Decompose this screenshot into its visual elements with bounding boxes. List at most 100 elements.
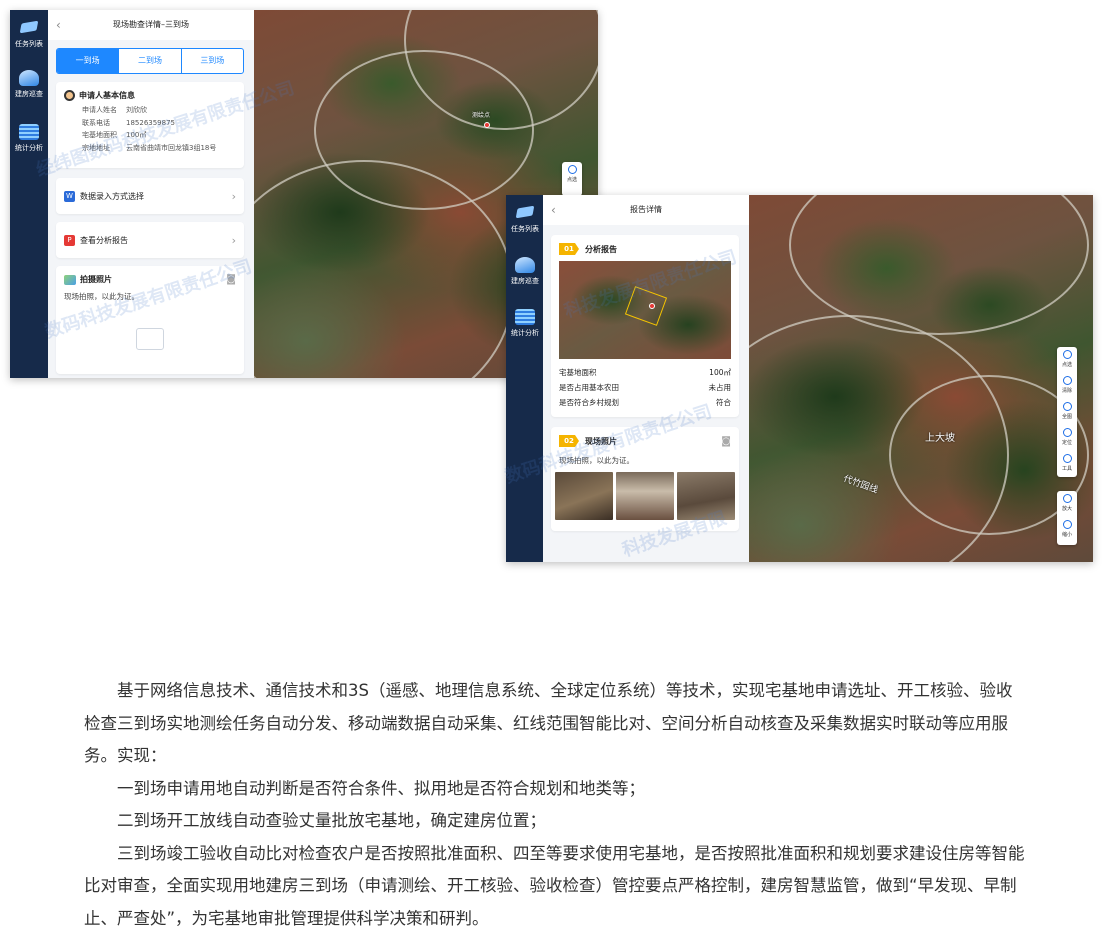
tab-stage-3[interactable]: 三到场	[182, 49, 243, 73]
row-value: 未占用	[708, 383, 732, 392]
locate-icon	[1062, 428, 1072, 437]
back-icon[interactable]: ‹	[56, 10, 61, 40]
page-title: 报告详情	[630, 205, 662, 214]
nav-item-tasks[interactable]: 任务列表	[10, 20, 48, 49]
field-value: 18526359875	[126, 118, 175, 127]
parcel-outline	[624, 286, 668, 326]
photo-thumbnail[interactable]	[677, 472, 735, 520]
analysis-report-card: 01 分析报告 宅基地面积 100㎡ 是否占用基本农田 未占用 是否符合乡村规划 符合	[551, 235, 739, 417]
applicant-heading: 申请人基本信息	[64, 90, 236, 101]
chevron-right-icon: ›	[231, 189, 236, 203]
nav-label: 建房巡查	[15, 90, 43, 98]
photo-note: 现场拍照，以此为证。	[64, 292, 139, 301]
row-key: 宅基地面积	[559, 368, 597, 377]
detail-panel: ‹ 现场勘查详情–三到场 一到场 二到场 三到场 申请人基本信息 申请人姓名 刘欣…	[48, 10, 254, 378]
nav-item-stats[interactable]: 统计分析	[10, 124, 48, 153]
back-icon[interactable]: ‹	[551, 195, 556, 225]
report-panel: ‹ 报告详情 01 分析报告 宅基地面积 100㎡ 是否占用基本农田 未占用 是否符…	[543, 195, 749, 562]
select-icon	[1062, 350, 1072, 359]
chevron-right-icon: ›	[231, 233, 236, 247]
applicant-card: 申请人基本信息 申请人姓名 刘欣欣 联系电话 18526359875 宅基地面积 10…	[56, 82, 244, 168]
field-row: 联系电话 18526359875	[82, 117, 236, 130]
nav-item-stats[interactable]: 统计分析	[506, 309, 544, 338]
pdf-icon: P	[64, 234, 75, 246]
location-pin-icon[interactable]	[484, 122, 490, 128]
tool-label: 点选	[566, 177, 577, 183]
photo-thumbnail[interactable]	[555, 472, 613, 520]
nav-item-inspection[interactable]: 建房巡查	[506, 257, 544, 286]
side-nav: 任务列表 建房巡查 统计分析	[506, 195, 544, 562]
camera-icon[interactable]: ◙	[721, 436, 731, 447]
stage-tabs: 一到场 二到场 三到场	[56, 48, 244, 74]
photo-heading: 拍摄照片 ◙	[64, 274, 236, 285]
photo-icon	[64, 274, 76, 285]
panel-header: ‹ 现场勘查详情–三到场	[48, 10, 254, 40]
page-title: 现场勘查详情–三到场	[113, 20, 189, 29]
report-row: 是否符合乡村规划 符合	[551, 395, 739, 410]
report-heading-text: 分析报告	[585, 244, 617, 254]
house-icon	[515, 257, 535, 273]
field-key: 申请人姓名	[82, 106, 117, 114]
field-value: 刘欣欣	[126, 106, 147, 114]
paragraph: 基于网络信息技术、通信技术和3S（遥感、地理信息系统、全球定位系统）等技术，实现…	[84, 681, 1013, 765]
place-label: 上大坡	[925, 433, 955, 444]
row-key: 是否符合乡村规划	[559, 398, 619, 407]
pin-label: 测绘点	[472, 112, 491, 119]
row-value: 符合	[716, 398, 731, 407]
panel-header: ‹ 报告详情	[543, 195, 749, 225]
screenshot-report-detail: 任务列表 建房巡查 统计分析 ‹ 报告详情 01 分析报告 宅基地面积 100㎡…	[506, 195, 1093, 562]
data-entry-item[interactable]: W 数据录入方式选择 ›	[56, 178, 244, 214]
photo-thumbnail[interactable]	[616, 472, 674, 520]
paragraph: 二到场开工放线自动查验丈量批放宅基地，确定建房位置；	[117, 811, 546, 830]
user-icon	[64, 90, 75, 101]
paragraph: 一到场申请用地自动判断是否符合条件、拟用地是否符合规划和地类等；	[117, 778, 645, 798]
tool-select[interactable]: 点选	[1057, 347, 1077, 373]
stats-icon	[515, 309, 535, 325]
house-icon	[19, 70, 39, 86]
parcel-map[interactable]	[559, 261, 731, 359]
tab-stage-2[interactable]: 二到场	[119, 49, 182, 73]
tab-stage-1[interactable]: 一到场	[57, 49, 120, 73]
report-row: 是否占用基本农田 未占用	[551, 380, 739, 395]
field-row: 申请人姓名 刘欣欣	[82, 104, 236, 117]
tool-clear[interactable]: 清除	[1057, 373, 1077, 399]
view-report-item[interactable]: P 查看分析报告 ›	[56, 222, 244, 258]
tool-label: 定位	[1061, 440, 1072, 446]
tool-label: 放大	[1061, 506, 1072, 512]
zoom-out-button[interactable]: 缩小	[1057, 517, 1077, 543]
side-nav: 任务列表 建房巡查 统计分析	[10, 10, 48, 378]
zoom-in-button[interactable]: 放大	[1057, 491, 1077, 517]
row-value: 100㎡	[709, 368, 731, 377]
tool-select[interactable]: 点选	[562, 162, 582, 188]
tool-locate[interactable]: 定位	[1057, 425, 1077, 451]
nav-label: 统计分析	[15, 144, 43, 152]
field-value: 云南省曲靖市回龙镇3组18号	[126, 143, 217, 152]
zoom-toolbar: 放大 缩小	[1057, 491, 1077, 545]
nav-item-tasks[interactable]: 任务列表	[506, 205, 544, 234]
photo-card: 拍摄照片 ◙ 现场拍照，以此为证。	[56, 266, 244, 374]
view-report-label: 查看分析报告	[80, 235, 128, 245]
select-icon	[567, 165, 577, 174]
photo-thumbnails	[551, 472, 739, 520]
camera-icon[interactable]: ◙	[226, 274, 236, 285]
nav-label: 任务列表	[511, 225, 539, 233]
empty-placeholder-icon	[136, 328, 164, 350]
tool-full-extent[interactable]: 全图	[1057, 399, 1077, 425]
tools-icon	[1062, 454, 1072, 463]
field-key: 宗地地址	[82, 143, 110, 152]
nav-label: 建房巡查	[511, 277, 539, 285]
photos-heading: 02 现场照片 ◙	[551, 435, 739, 447]
zoom-out-icon	[1062, 520, 1072, 529]
tool-label: 清除	[1061, 388, 1072, 394]
globe-icon	[1062, 402, 1072, 411]
description-text: 基于网络信息技术、通信技术和3S（遥感、地理信息系统、全球定位系统）等技术，实现…	[84, 675, 1028, 935]
tool-label: 全图	[1061, 414, 1072, 420]
field-key: 联系电话	[82, 118, 110, 127]
nav-item-inspection[interactable]: 建房巡查	[10, 70, 48, 99]
tool-tools[interactable]: 工具	[1057, 451, 1077, 477]
nav-label: 任务列表	[15, 40, 43, 48]
zoom-in-icon	[1062, 494, 1072, 503]
satellite-map[interactable]: 上大坡 代竹园线 点选 清除 全图 定位 工具 放大 缩小	[749, 195, 1093, 562]
eraser-icon	[1062, 376, 1072, 385]
word-doc-icon: W	[64, 190, 75, 202]
